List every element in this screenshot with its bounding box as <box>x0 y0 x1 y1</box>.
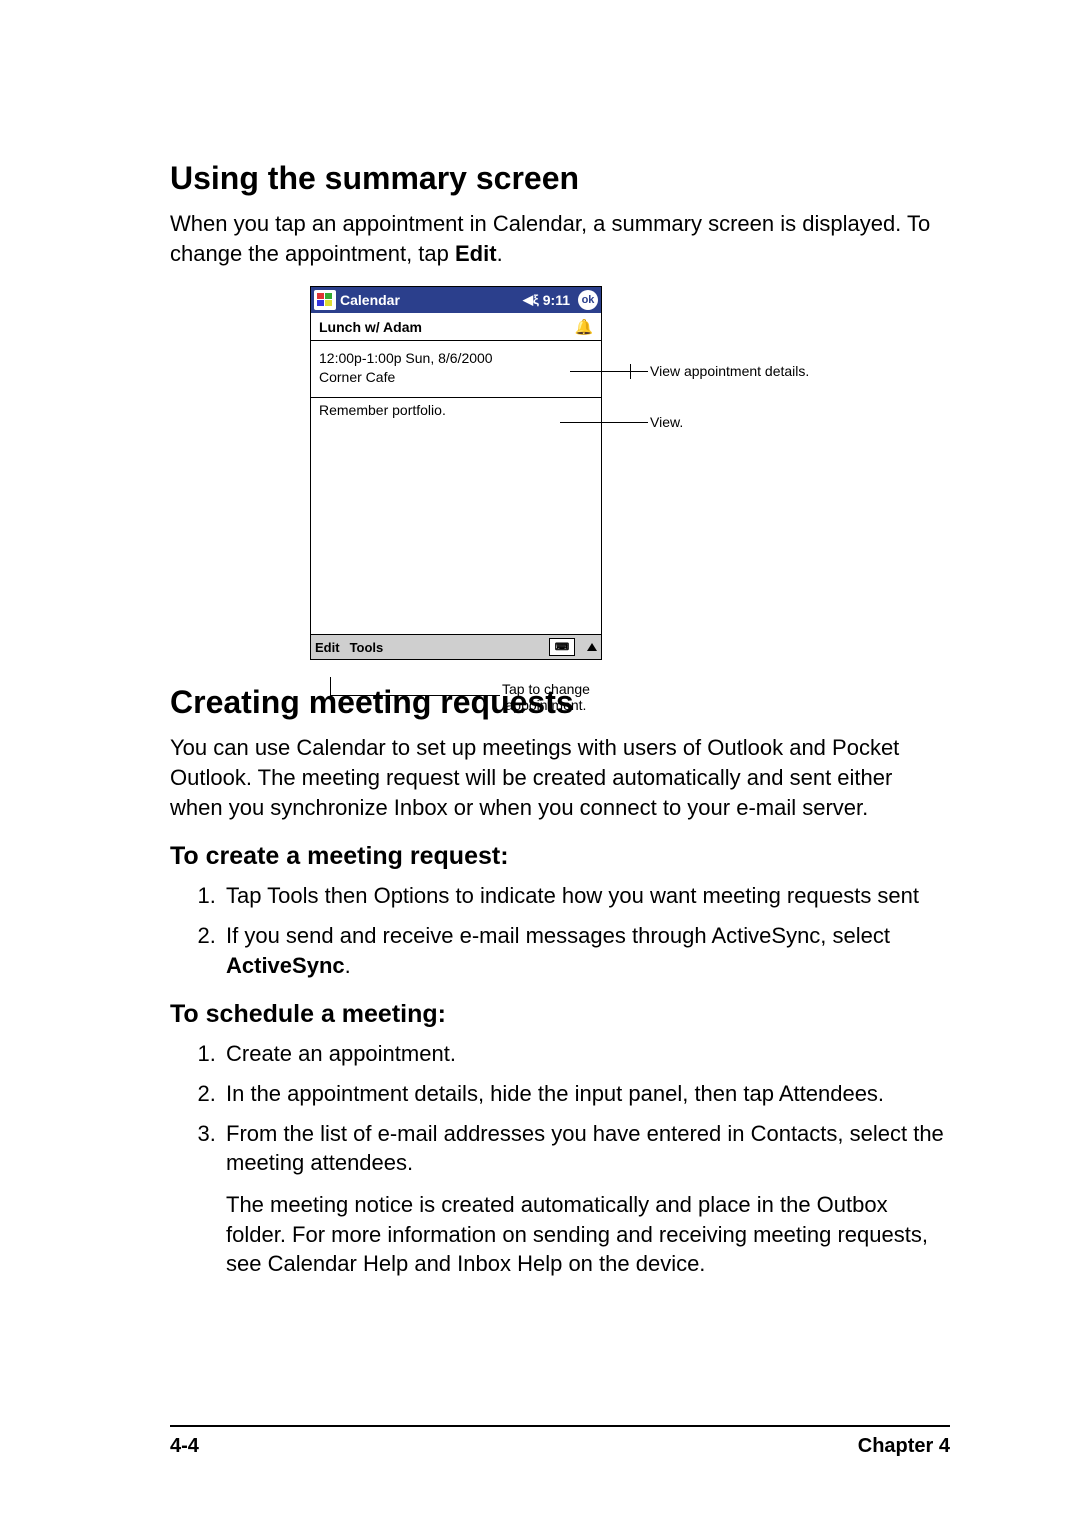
list-item: From the list of e-mail addresses you ha… <box>222 1119 950 1279</box>
appointment-location: Corner Cafe <box>319 368 593 387</box>
callout-edit-line2: appointment. <box>502 697 590 713</box>
callout-details: View appointment details. <box>650 363 809 379</box>
titlebar: Calendar ◀ξ 9:11 ok <box>311 287 601 313</box>
schedule-meeting-steps: Create an appointment. In the appointmen… <box>170 1039 950 1279</box>
step2-text-2: . <box>345 953 351 978</box>
subject-row: Lunch w/ Adam 🔔 <box>311 313 601 341</box>
page-number: 4-4 <box>170 1435 199 1458</box>
step3-text: From the list of e-mail addresses you ha… <box>226 1121 944 1176</box>
app-title: Calendar <box>340 292 400 308</box>
reminder-bell-icon[interactable]: 🔔 <box>575 318 593 336</box>
note-text: Remember portfolio. <box>319 402 446 418</box>
section-intro-summary: When you tap an appointment in Calendar,… <box>170 209 950 268</box>
chapter-label: Chapter 4 <box>858 1435 950 1458</box>
clock-time: 9:11 <box>543 292 570 308</box>
callout-notes: View. <box>650 414 683 430</box>
keyboard-icon[interactable]: ⌨ <box>549 638 575 656</box>
menu-tools[interactable]: Tools <box>350 640 384 655</box>
intro-bold-edit: Edit <box>455 241 497 266</box>
appointment-subject: Lunch w/ Adam <box>319 319 422 335</box>
menubar: Edit Tools ⌨ <box>311 635 601 659</box>
callout-edit: Tap to change appointment. <box>502 681 590 713</box>
intro-text-2: . <box>497 241 503 266</box>
section-heading-summary: Using the summary screen <box>170 160 950 197</box>
page-footer: 4-4 Chapter 4 <box>170 1425 950 1458</box>
subheading-schedule-meeting: To schedule a meeting: <box>170 1000 950 1029</box>
intro-text-1: When you tap an appointment in Calendar,… <box>170 211 930 266</box>
menu-edit[interactable]: Edit <box>315 640 340 655</box>
appointment-time: 12:00p-1:00p Sun, 8/6/2000 <box>319 349 593 368</box>
device-screenshot: Calendar ◀ξ 9:11 ok Lunch w/ Adam 🔔 12:0… <box>310 286 602 660</box>
appointment-notes: Remember portfolio. <box>311 398 601 635</box>
create-request-steps: Tap Tools then Options to indicate how y… <box>170 881 950 980</box>
figure-summary-screen: Calendar ◀ξ 9:11 ok Lunch w/ Adam 🔔 12:0… <box>310 286 830 660</box>
step2-bold: ActiveSync <box>226 953 345 978</box>
step3-extra: The meeting notice is created automatica… <box>226 1190 950 1279</box>
ok-button[interactable]: ok <box>578 290 598 310</box>
step2-text-1: If you send and receive e-mail messages … <box>226 923 890 948</box>
appointment-details: 12:00p-1:00p Sun, 8/6/2000 Corner Cafe <box>311 341 601 398</box>
list-item: In the appointment details, hide the inp… <box>222 1079 950 1109</box>
list-item: If you send and receive e-mail messages … <box>222 921 950 980</box>
start-icon[interactable] <box>314 290 336 310</box>
list-item: Tap Tools then Options to indicate how y… <box>222 881 950 911</box>
section-intro-meeting: You can use Calendar to set up meetings … <box>170 733 950 822</box>
input-panel-arrow-icon[interactable] <box>587 643 597 651</box>
list-item: Create an appointment. <box>222 1039 950 1069</box>
subheading-create-request: To create a meeting request: <box>170 842 950 871</box>
callout-edit-line1: Tap to change <box>502 681 590 697</box>
speaker-icon[interactable]: ◀ξ <box>523 292 539 308</box>
